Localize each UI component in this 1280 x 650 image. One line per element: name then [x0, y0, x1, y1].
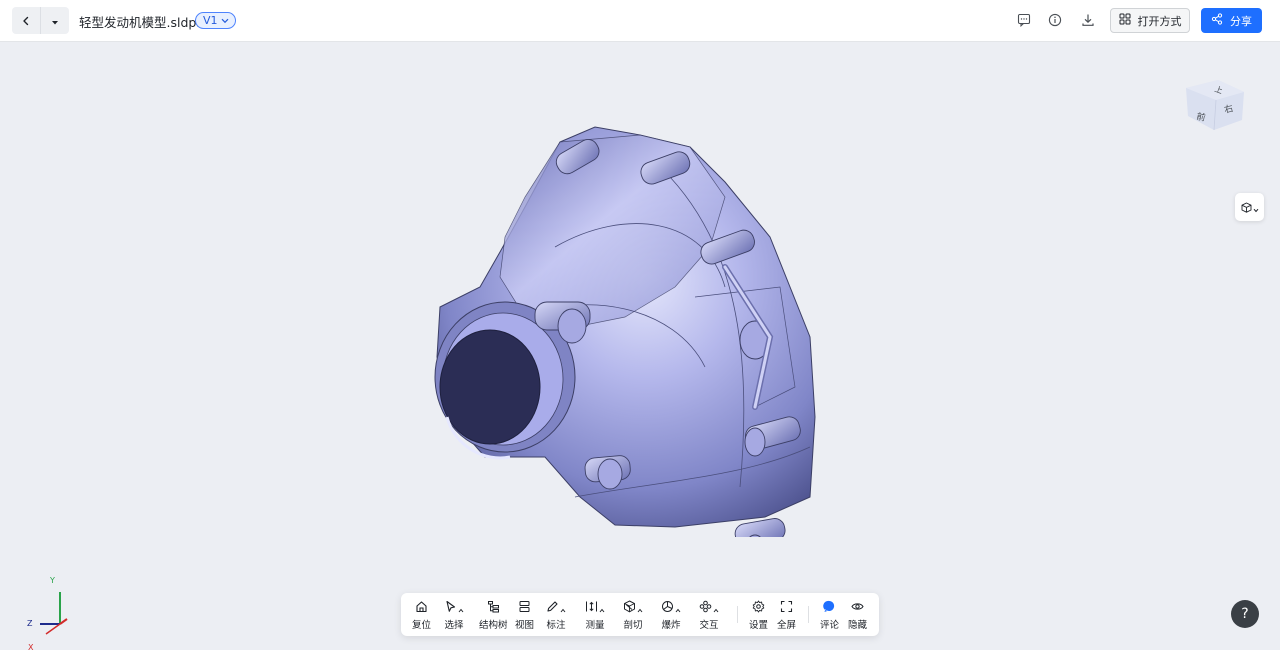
back-button[interactable] — [12, 7, 40, 34]
view-button[interactable]: 视图 — [515, 599, 534, 631]
pen-icon — [546, 598, 559, 617]
view-mode-dropdown[interactable] — [1235, 193, 1264, 221]
section-button[interactable]: 剖切 — [623, 599, 643, 631]
interact-button[interactable]: 交互 — [699, 599, 719, 631]
move-icon — [699, 598, 712, 617]
version-label: V1 — [203, 14, 218, 27]
engine-housing-model[interactable] — [425, 87, 825, 537]
open-with-label: 打开方式 — [1137, 14, 1182, 28]
hide-label: 隐藏 — [848, 620, 868, 631]
measure-label: 测量 — [585, 620, 605, 631]
section-cube-icon — [623, 598, 636, 617]
settings-label: 设置 — [749, 620, 769, 631]
comment-bubble-icon — [823, 598, 836, 617]
chevron-down-icon — [1253, 198, 1259, 217]
axis-z-label: Z — [27, 619, 33, 628]
reset-button[interactable]: 复位 — [412, 599, 431, 631]
axis-x-label: X — [28, 643, 34, 650]
share-button[interactable]: 分享 — [1201, 8, 1262, 33]
annotate-label: 标注 — [546, 620, 566, 631]
hide-button[interactable]: 隐藏 — [848, 599, 867, 631]
measure-button[interactable]: 测量 — [585, 599, 605, 631]
download-button[interactable] — [1078, 11, 1098, 31]
explode-button[interactable]: 爆炸 — [661, 599, 681, 631]
viewer-toolbar: 复位 选择 结构树 视图 标注 测量 剖切 爆炸 交互 设置 全屏 评论 隐藏 — [401, 593, 879, 636]
file-title: 轻型发动机模型.sldprt — [79, 15, 207, 30]
caret-up-icon — [560, 598, 566, 617]
share-icon — [1211, 13, 1223, 28]
toolbar-divider — [737, 606, 738, 623]
settings-button[interactable]: 设置 — [749, 599, 768, 631]
layers-icon — [518, 598, 531, 617]
model-viewport[interactable]: 上 前 右 Y Z X 复位 选择 结构树 视图 标注 测量 剖切 爆炸 交互 … — [0, 42, 1280, 650]
cube-icon — [1241, 198, 1252, 217]
comment-icon — [1017, 12, 1031, 31]
top-bar: 轻型发动机模型.sldprt V1 打开方式 分享 — [0, 0, 1280, 42]
interact-label: 交互 — [699, 620, 719, 631]
explode-icon — [661, 598, 674, 617]
chevron-down-icon — [221, 14, 229, 27]
tree-icon — [487, 598, 500, 617]
toolbar-divider — [808, 606, 809, 623]
home-icon — [415, 598, 428, 617]
select-button[interactable]: 选择 — [444, 599, 464, 631]
reset-label: 复位 — [412, 620, 432, 631]
grid-icon — [1119, 13, 1131, 28]
caret-down-icon — [51, 11, 59, 30]
history-dropdown-button[interactable] — [40, 7, 68, 34]
info-button[interactable] — [1045, 11, 1065, 31]
help-icon: ? — [1241, 606, 1249, 622]
share-label: 分享 — [1230, 14, 1252, 28]
caret-up-icon — [637, 598, 643, 617]
explode-label: 爆炸 — [661, 620, 681, 631]
info-icon — [1048, 12, 1062, 31]
axis-y-label: Y — [49, 576, 55, 585]
view-cube[interactable]: 上 前 右 — [1180, 74, 1252, 136]
structure-tree-button[interactable]: 结构树 — [479, 599, 508, 631]
section-label: 剖切 — [623, 620, 643, 631]
comment-toggle-button[interactable]: 评论 — [820, 599, 839, 631]
help-button[interactable]: ? — [1231, 600, 1259, 628]
download-icon — [1081, 12, 1095, 31]
caret-up-icon — [713, 598, 719, 617]
comment-button[interactable] — [1014, 11, 1034, 31]
fullscreen-button[interactable]: 全屏 — [777, 599, 796, 631]
gear-icon — [752, 598, 765, 617]
axis-triad: Y Z X — [27, 576, 68, 650]
comment-label: 评论 — [820, 620, 840, 631]
structure-tree-label: 结构树 — [479, 620, 508, 631]
caret-up-icon — [458, 598, 464, 617]
open-with-button[interactable]: 打开方式 — [1110, 8, 1190, 33]
back-icon — [21, 11, 31, 30]
nav-group — [12, 7, 69, 34]
caret-up-icon — [599, 598, 605, 617]
caret-up-icon — [675, 598, 681, 617]
cursor-icon — [444, 598, 457, 617]
eye-icon — [851, 598, 864, 617]
view-label: 视图 — [515, 620, 535, 631]
version-selector[interactable]: V1 — [195, 12, 236, 29]
fullscreen-label: 全屏 — [777, 620, 797, 631]
measure-icon — [585, 598, 598, 617]
annotate-button[interactable]: 标注 — [546, 599, 566, 631]
select-label: 选择 — [444, 620, 464, 631]
fullscreen-icon — [780, 598, 793, 617]
